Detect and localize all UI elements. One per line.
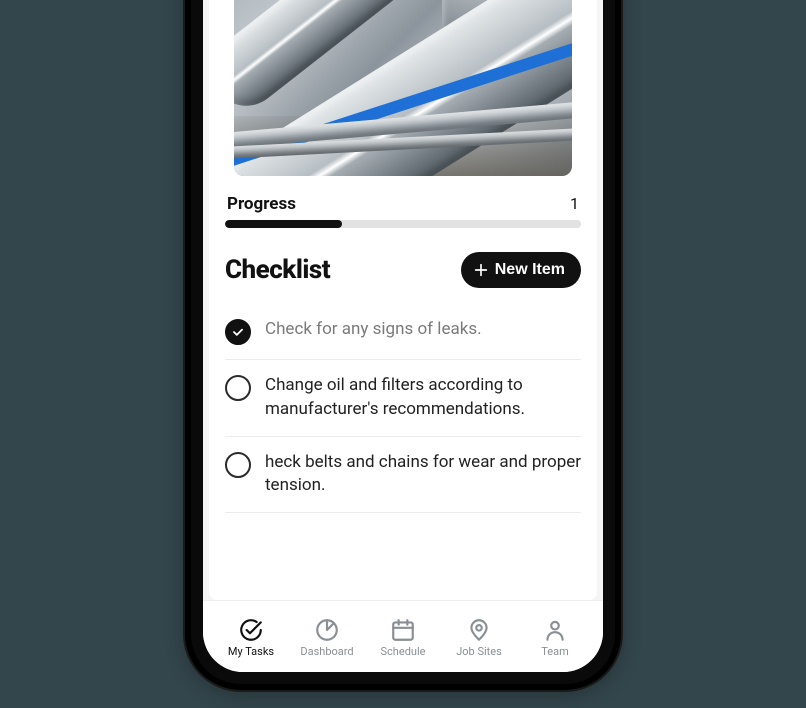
checklist-title: Checklist [225, 255, 330, 285]
progress-label: Progress [227, 194, 296, 214]
checkbox-checked-icon[interactable] [225, 319, 251, 345]
tab-label: Dashboard [300, 645, 353, 658]
tab-label: Job Sites [456, 645, 502, 658]
device-frame: Progress 1 Checklist New Item [185, 0, 621, 690]
checklist-item-text: Check for any signs of leaks. [265, 318, 482, 342]
new-item-label: New Item [495, 261, 565, 279]
checklist-item[interactable]: heck belts and chains for wear and prope… [225, 437, 581, 514]
tab-schedule[interactable]: Schedule [373, 617, 433, 658]
tab-dashboard[interactable]: Dashboard [297, 617, 357, 658]
tab-label: Team [541, 645, 569, 658]
user-icon [542, 617, 568, 643]
calendar-icon [390, 617, 416, 643]
progress-value: 1 [570, 194, 579, 213]
checkbox-unchecked-icon[interactable] [225, 452, 251, 478]
location-pin-icon [466, 617, 492, 643]
check-circle-icon [238, 617, 264, 643]
pie-chart-icon [314, 617, 340, 643]
tab-my-tasks[interactable]: My Tasks [221, 617, 281, 658]
tab-bar: My Tasks Dashboard Schedule [203, 600, 603, 672]
header-image [234, 0, 572, 176]
progress-bar [225, 220, 581, 228]
tab-label: My Tasks [228, 645, 274, 658]
checklist-item-text: Change oil and filters according to manu… [265, 374, 581, 422]
plus-icon [473, 262, 489, 278]
tab-job-sites[interactable]: Job Sites [449, 617, 509, 658]
new-item-button[interactable]: New Item [461, 252, 581, 288]
checklist-item[interactable]: Check for any signs of leaks. [225, 304, 581, 360]
checklist-item-text: heck belts and chains for wear and prope… [265, 451, 581, 499]
app-screen: Progress 1 Checklist New Item [203, 0, 603, 672]
checklist-item[interactable]: Change oil and filters according to manu… [225, 360, 581, 437]
checkbox-unchecked-icon[interactable] [225, 375, 251, 401]
progress-fill [225, 220, 342, 228]
tab-team[interactable]: Team [525, 617, 585, 658]
tab-label: Schedule [381, 645, 426, 658]
